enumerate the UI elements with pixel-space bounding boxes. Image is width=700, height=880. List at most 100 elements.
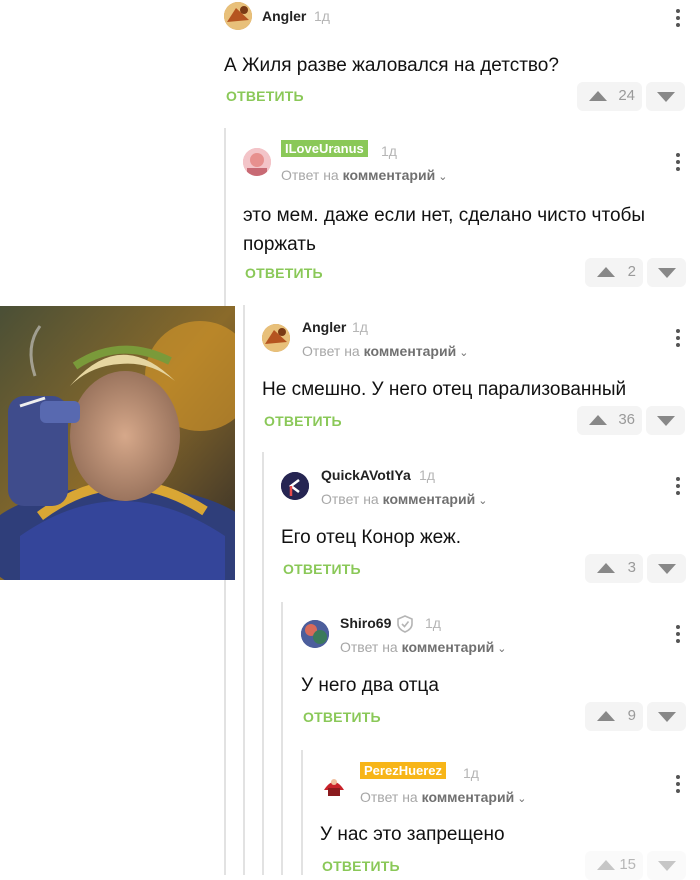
vote-control: 9	[585, 702, 700, 731]
upvote-button[interactable]: 3	[585, 554, 643, 583]
comment-text: А Жиля разве жаловался на детство?	[224, 55, 559, 76]
username[interactable]: QuickAVotIYa	[321, 467, 411, 483]
reply-to-prefix: Ответ на	[321, 491, 379, 507]
downvote-arrow-icon	[657, 416, 675, 426]
downvote-arrow-icon	[657, 92, 675, 102]
comment: PerezHuerez 1д Ответ на комментарий ⌄ У н…	[320, 762, 700, 880]
vote-control: 36	[577, 406, 685, 435]
reply-to-target: комментарий	[382, 491, 476, 507]
comment-age: 1д	[314, 8, 330, 24]
comment-text: Не смешно. У него отец парализованный	[262, 379, 627, 400]
comment: Angler 1д Ответ на комментарий ⌄ Не смешн…	[262, 316, 700, 441]
chevron-down-icon: ⌄	[478, 495, 488, 507]
upvote-arrow-icon	[597, 563, 615, 573]
reply-to-prefix: Ответ на	[360, 789, 418, 805]
chevron-down-icon: ⌄	[438, 171, 448, 183]
upvote-button[interactable]: 24	[577, 82, 642, 111]
thread-line	[262, 452, 264, 875]
avatar[interactable]	[243, 148, 271, 176]
vote-count: 15	[619, 856, 636, 873]
upvote-button[interactable]: 9	[585, 702, 643, 731]
comment-text: У нас это запрещено	[320, 824, 505, 845]
vote-count: 36	[618, 411, 635, 428]
shield-icon	[397, 615, 413, 633]
upvote-arrow-icon	[589, 415, 607, 425]
reply-to-prefix: Ответ на	[302, 343, 360, 359]
upvote-button[interactable]: 15	[585, 851, 643, 880]
reply-button[interactable]: ОТВЕТИТЬ	[322, 858, 400, 874]
vote-count: 9	[627, 707, 636, 724]
downvote-button[interactable]	[647, 258, 686, 287]
thread-line	[281, 602, 283, 875]
upvote-button[interactable]: 36	[577, 406, 642, 435]
username[interactable]: PerezHuerez	[360, 762, 447, 779]
more-menu-icon[interactable]	[676, 625, 680, 643]
username[interactable]: Shiro69	[340, 615, 391, 631]
downvote-button[interactable]	[647, 702, 686, 731]
comment-age: 1д	[352, 319, 368, 335]
comment-age: 1д	[463, 765, 479, 781]
username[interactable]: Angler	[262, 8, 306, 24]
reply-to-link[interactable]: Ответ на комментарий ⌄	[360, 789, 526, 805]
reply-to-link[interactable]: Ответ на комментарий ⌄	[281, 167, 447, 183]
vote-control: 15	[585, 851, 700, 880]
comment-header: Angler 1д	[224, 0, 700, 34]
comment-text: У него два отца	[301, 675, 439, 696]
comment: ILoveUranus 1д Ответ на комментарий ⌄ это…	[243, 140, 700, 290]
chevron-down-icon: ⌄	[459, 347, 469, 359]
downvote-arrow-icon	[658, 564, 676, 574]
vote-control: 24	[577, 82, 685, 111]
reply-button[interactable]: ОТВЕТИТЬ	[264, 413, 342, 429]
more-menu-icon[interactable]	[676, 153, 680, 171]
reply-button[interactable]: ОТВЕТИТЬ	[283, 561, 361, 577]
more-menu-icon[interactable]	[676, 775, 680, 793]
reply-to-prefix: Ответ на	[340, 639, 398, 655]
comment-header: QuickAVotIYa 1д Ответ на комментарий ⌄	[281, 464, 700, 507]
reply-button[interactable]: ОТВЕТИТЬ	[303, 709, 381, 725]
comment-age: 1д	[381, 143, 397, 159]
username[interactable]: Angler	[302, 319, 346, 335]
reply-to-link[interactable]: Ответ на комментарий ⌄	[321, 491, 487, 507]
reply-to-link[interactable]: Ответ на комментарий ⌄	[302, 343, 468, 359]
upvote-arrow-icon	[597, 860, 615, 870]
reply-to-target: комментарий	[363, 343, 457, 359]
downvote-button[interactable]	[646, 82, 685, 111]
downvote-button[interactable]	[647, 851, 686, 880]
avatar[interactable]	[224, 2, 252, 30]
reply-button[interactable]: ОТВЕТИТЬ	[245, 265, 323, 281]
comment: Shiro69 1д Ответ на комментарий ⌄ У него …	[301, 612, 700, 737]
more-menu-icon[interactable]	[676, 477, 680, 495]
avatar[interactable]	[301, 620, 329, 648]
reply-to-link[interactable]: Ответ на комментарий ⌄	[340, 639, 506, 655]
avatar[interactable]	[320, 770, 348, 798]
downvote-button[interactable]	[646, 406, 685, 435]
vote-control: 3	[585, 554, 700, 583]
comment-age: 1д	[419, 467, 435, 483]
reply-to-target: комментарий	[342, 167, 436, 183]
comment-age: 1д	[425, 615, 441, 631]
comment-image[interactable]	[0, 306, 235, 580]
more-menu-icon[interactable]	[676, 329, 680, 347]
comment-header: PerezHuerez 1д Ответ на комментарий ⌄	[320, 762, 700, 805]
chevron-down-icon: ⌄	[517, 793, 527, 805]
comment: QuickAVotIYa 1д Ответ на комментарий ⌄ Ег…	[281, 464, 700, 589]
more-menu-icon[interactable]	[676, 9, 680, 27]
avatar[interactable]	[262, 324, 290, 352]
reply-button[interactable]: ОТВЕТИТЬ	[226, 88, 304, 104]
reply-to-target: комментарий	[401, 639, 495, 655]
upvote-button[interactable]: 2	[585, 258, 643, 287]
thread-line	[301, 750, 303, 875]
vote-count: 24	[618, 87, 635, 104]
upvote-arrow-icon	[597, 267, 615, 277]
vote-count: 3	[627, 559, 636, 576]
downvote-button[interactable]	[647, 554, 686, 583]
avatar[interactable]	[281, 472, 309, 500]
upvote-arrow-icon	[589, 91, 607, 101]
comment-header: Shiro69 1д Ответ на комментарий ⌄	[301, 612, 700, 655]
downvote-arrow-icon	[658, 861, 676, 871]
vote-control: 2	[585, 258, 700, 287]
downvote-arrow-icon	[658, 712, 676, 722]
downvote-arrow-icon	[658, 268, 676, 278]
upvote-arrow-icon	[597, 711, 615, 721]
username[interactable]: ILoveUranus	[281, 140, 368, 157]
